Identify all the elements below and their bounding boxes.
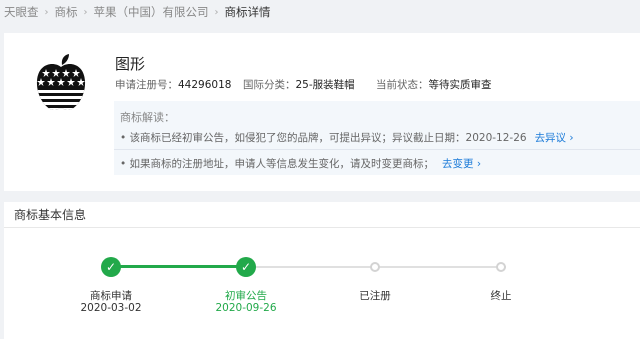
trademark-explanation: 商标解读： • 该商标已经初审公告，如侵犯了您的品牌，可提出异议；异议截止日期：… xyxy=(114,101,640,175)
international-class: 国际分类：25-服装鞋帽 xyxy=(243,79,355,91)
explanation-line-change: • 如果商标的注册地址，申请人等信息发生变化，请及时变更商标； 去变更 › xyxy=(120,158,482,170)
trademark-basic-info-card: 商标基本信息 ✓ ✓ 商标申请 2020-03-02 初审公告 2020-09-… xyxy=(4,202,640,339)
step-date: 2020-09-26 xyxy=(215,302,277,314)
breadcrumb: 天眼查 › 商标 › 苹果（中国）有限公司 › 商标详情 xyxy=(4,4,271,20)
step-label: 终止 xyxy=(490,290,512,302)
divider xyxy=(114,149,640,150)
trademark-summary-card: 图形 申请注册号：44296018 国际分类：25-服装鞋帽 当前状态：等待实质… xyxy=(4,33,640,191)
breadcrumb-company[interactable]: 苹果（中国）有限公司 xyxy=(94,4,209,20)
breadcrumb-trademark[interactable]: 商标 xyxy=(55,4,78,20)
explanation-title: 商标解读： xyxy=(120,111,175,124)
current-status-value: 等待实质审查 xyxy=(428,79,492,91)
pending-dot-icon xyxy=(370,262,380,272)
step-label: 商标申请 xyxy=(90,290,132,302)
explanation-line-objection: • 该商标已经初审公告，如侵犯了您的品牌，可提出异议；异议截止日期：2020-1… xyxy=(120,132,574,144)
objection-link[interactable]: 去异议 › xyxy=(535,132,574,144)
step-label: 已注册 xyxy=(359,290,391,302)
registration-number-value: 44296018 xyxy=(178,79,232,91)
breadcrumb-tianyancha[interactable]: 天眼查 xyxy=(4,4,39,20)
step-label: 初审公告 xyxy=(225,290,267,302)
flag-apple-logo xyxy=(36,54,86,111)
timeline-progress-line xyxy=(114,265,250,268)
pending-dot-icon xyxy=(496,262,506,272)
check-icon: ✓ xyxy=(236,257,256,277)
chevron-right-icon: › xyxy=(44,6,49,18)
breadcrumb-current: 商标详情 xyxy=(224,5,271,19)
chevron-right-icon: › xyxy=(214,6,219,18)
current-status: 当前状态：等待实质审查 xyxy=(376,79,492,91)
section-title: 商标基本信息 xyxy=(4,202,640,228)
international-class-value: 25-服装鞋帽 xyxy=(295,79,355,91)
check-icon: ✓ xyxy=(101,257,121,277)
change-link[interactable]: 去变更 › xyxy=(442,158,481,170)
chevron-right-icon: › xyxy=(83,6,88,18)
trademark-title: 图形 xyxy=(115,55,146,73)
step-date: 2020-03-02 xyxy=(80,302,142,314)
registration-number: 申请注册号：44296018 xyxy=(115,79,232,91)
